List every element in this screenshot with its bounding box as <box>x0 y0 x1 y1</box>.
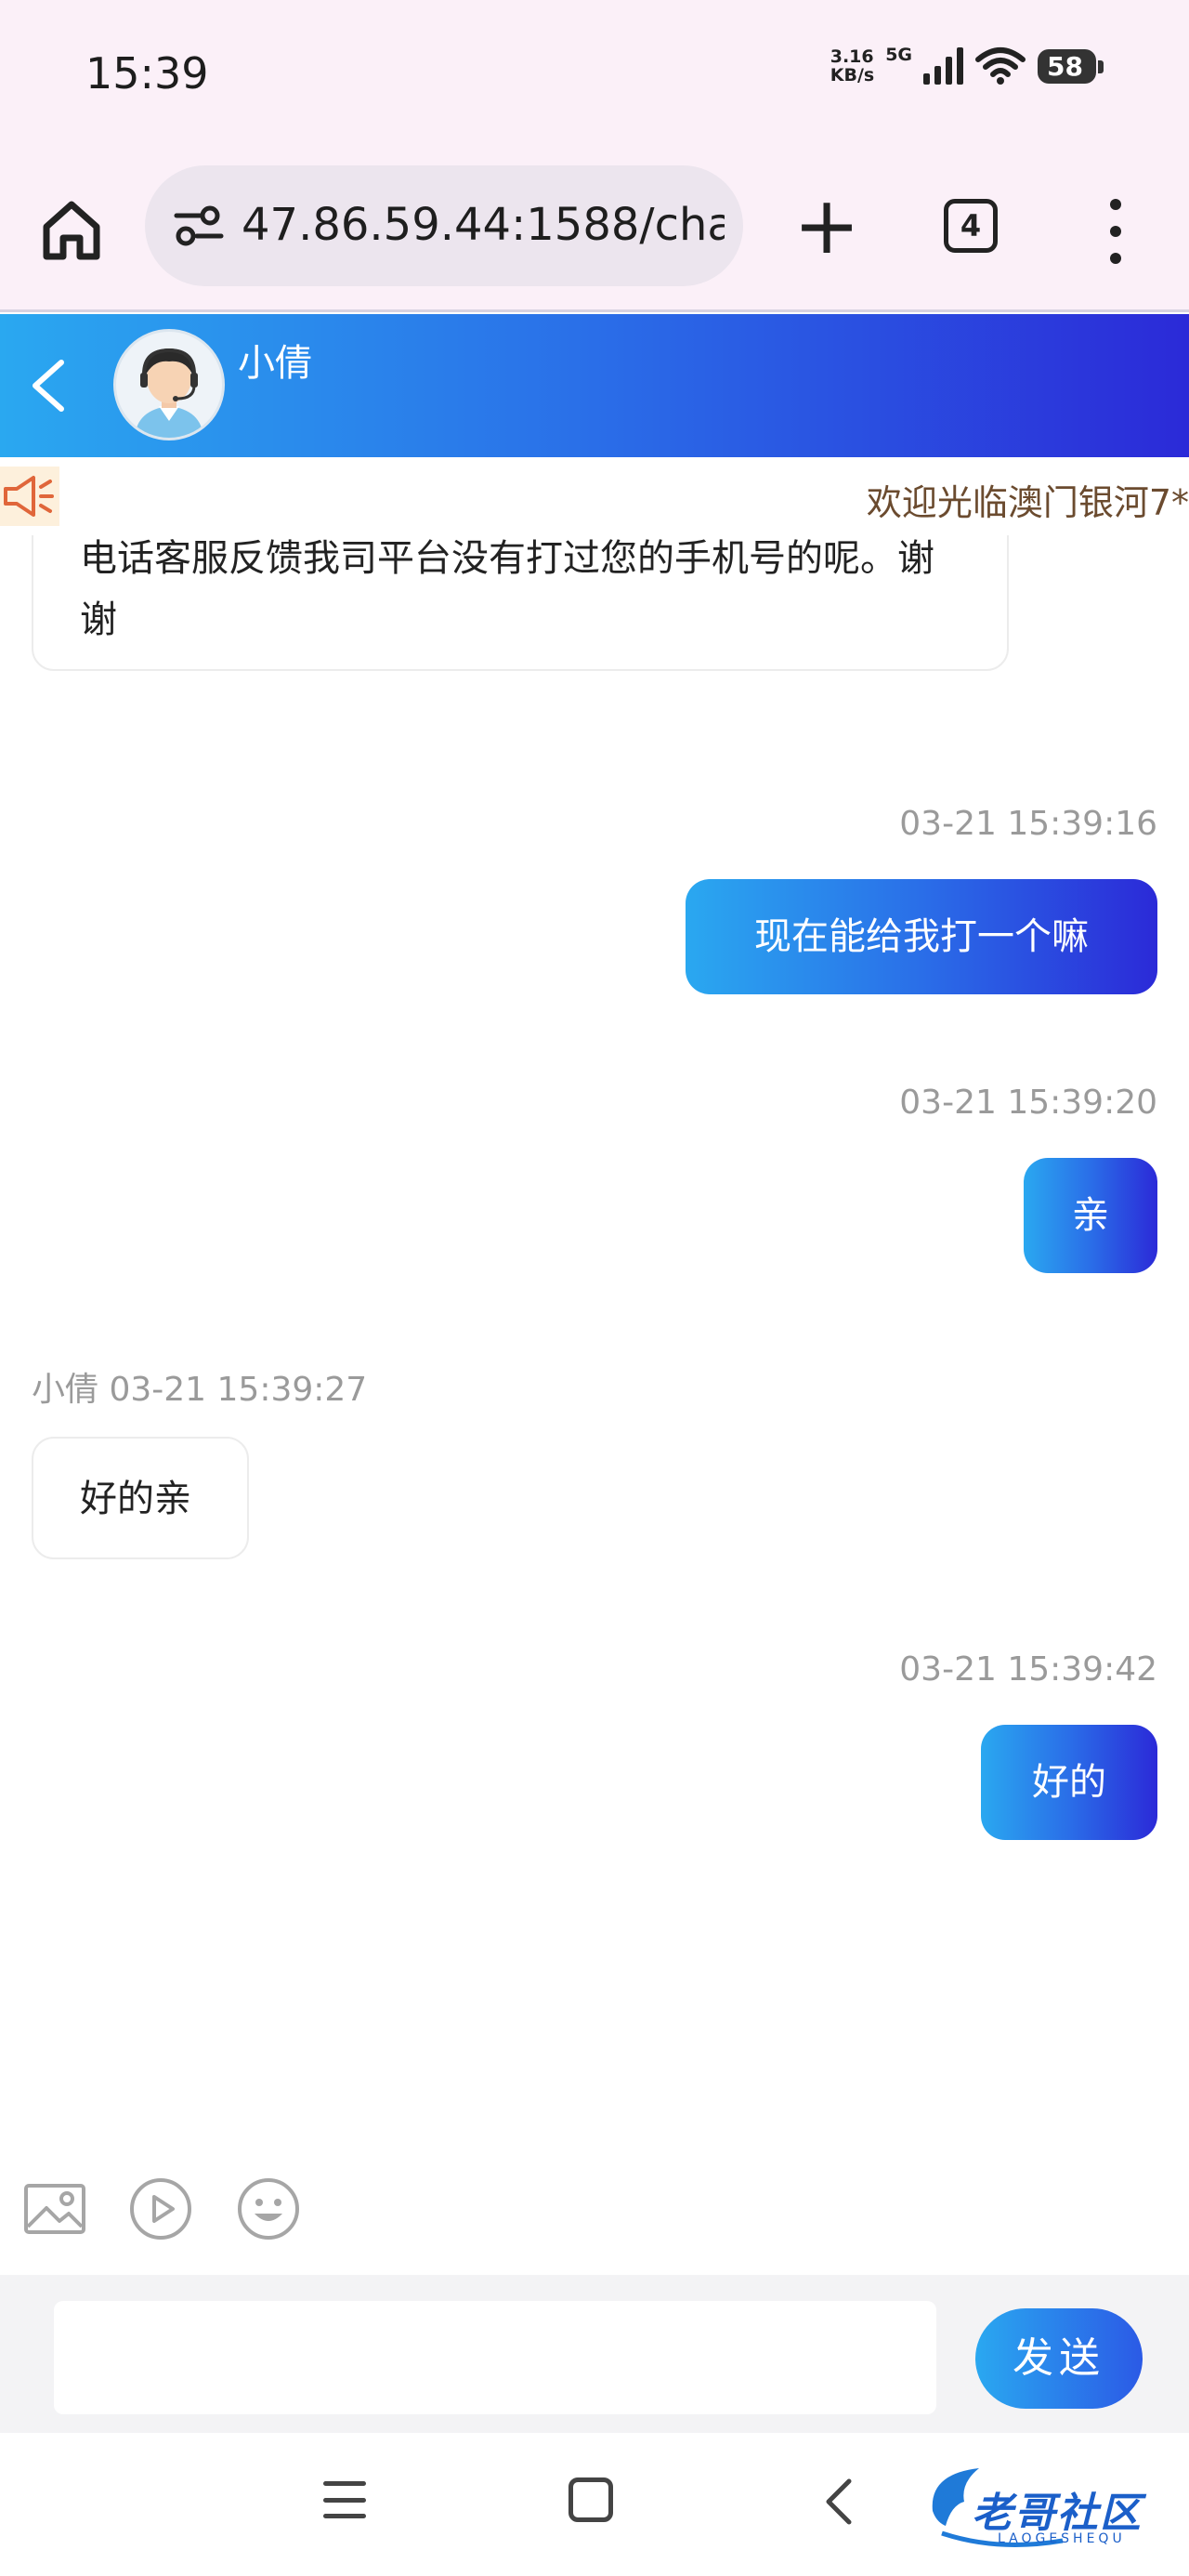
emoji-icon[interactable] <box>234 2175 303 2243</box>
recent-apps-icon[interactable] <box>323 2481 366 2518</box>
home-icon[interactable] <box>37 195 106 264</box>
message-bubble-outgoing: 现在能给我打一个嘛 <box>686 879 1157 994</box>
message-bubble-incoming: 电话客服反馈我司平台没有打过您的手机号的呢。谢谢 <box>32 535 1009 671</box>
agent-name: 小倩 <box>238 342 312 385</box>
network-speed-value: 3.16 <box>830 46 874 67</box>
message-input[interactable] <box>54 2301 936 2414</box>
watermark-text: 老哥社区 <box>972 2490 1143 2537</box>
message-text: 好的 <box>1032 1761 1106 1804</box>
status-time: 15:39 <box>85 48 209 99</box>
sender-name: 小倩 <box>32 1371 99 1409</box>
video-icon[interactable] <box>126 2175 195 2243</box>
network-type: 5G <box>885 45 913 65</box>
back-icon[interactable] <box>817 2476 860 2528</box>
wifi-icon <box>975 47 1026 85</box>
send-button[interactable]: 发送 <box>975 2308 1143 2409</box>
tab-switcher-button[interactable]: 4 <box>944 199 998 253</box>
image-icon[interactable] <box>20 2175 89 2243</box>
site-settings-icon[interactable] <box>173 203 225 249</box>
message-timestamp: 03-21 15:39:27 <box>109 1371 368 1409</box>
network-speed-unit: KB/s <box>830 65 875 85</box>
system-nav-bar: 老哥社区 LAOGESHEQU <box>0 2435 1189 2576</box>
agent-avatar <box>113 329 225 440</box>
browser-toolbar: 47.86.59.44:1588/chat_ + 4 <box>0 149 1189 312</box>
message-text: 好的亲 <box>80 1478 191 1520</box>
watermark-subtext: LAOGESHEQU <box>998 2531 1126 2546</box>
message-meta: 小倩 03-21 15:39:27 <box>32 1362 367 1411</box>
status-bar: 15:39 3.16 KB/s 5G 58 <box>0 0 1189 149</box>
message-text: 现在能给我打一个嘛 <box>754 915 1089 958</box>
message-text: 电话客服反馈我司平台没有打过您的手机号的呢。谢谢 <box>80 537 934 641</box>
chat-header: 小倩 <box>0 314 1189 457</box>
status-indicators: 3.16 KB/s 5G 58 <box>830 45 1104 85</box>
notice-bar: 欢迎光临澳门银河7* <box>0 461 1189 535</box>
message-bubble-outgoing: 亲 <box>1024 1158 1157 1273</box>
new-tab-button[interactable]: + <box>790 186 864 268</box>
network-speed: 3.16 KB/s <box>830 47 874 85</box>
message-timestamp: 03-21 15:39:20 <box>899 1084 1157 1122</box>
address-bar[interactable]: 47.86.59.44:1588/chat_ <box>145 165 743 286</box>
battery-indicator: 58 <box>1038 48 1104 84</box>
more-menu-button[interactable] <box>1102 199 1130 264</box>
back-arrow-icon[interactable] <box>22 355 78 416</box>
message-bubble-outgoing: 好的 <box>981 1725 1157 1840</box>
attachment-toolbar <box>0 2175 1189 2277</box>
watermark-logo: 老哥社区 LAOGESHEQU <box>923 2455 1180 2557</box>
megaphone-icon <box>0 467 59 526</box>
message-text: 亲 <box>1072 1194 1109 1237</box>
notice-text: 欢迎光临澳门银河7* <box>866 482 1189 523</box>
message-list: 电话客服反馈我司平台没有打过您的手机号的呢。谢谢 03-21 15:39:16 … <box>0 535 1189 2162</box>
signal-icon <box>923 47 964 85</box>
composer-bar: 发送 <box>0 2275 1189 2433</box>
message-timestamp: 03-21 15:39:42 <box>899 1650 1157 1689</box>
message-timestamp: 03-21 15:39:16 <box>899 805 1157 843</box>
home-button-icon[interactable] <box>568 2477 613 2522</box>
message-bubble-incoming: 好的亲 <box>32 1437 249 1559</box>
url-text[interactable]: 47.86.59.44:1588/chat_ <box>242 199 725 251</box>
